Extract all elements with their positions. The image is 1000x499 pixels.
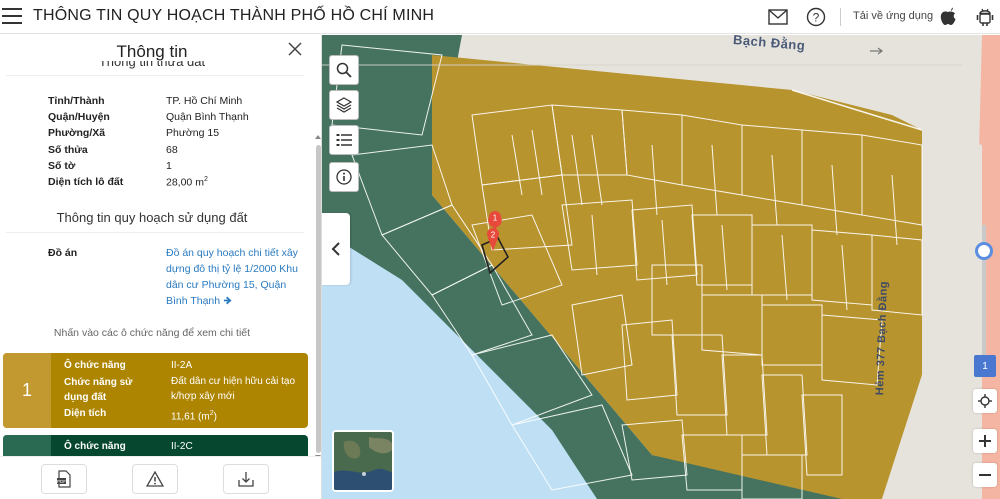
collapse-panel-button[interactable] [322,213,350,285]
zone-func-label: Ô chức năng [64,441,126,452]
zone-func-value: II-2C [171,441,193,452]
scrollbar-thumb[interactable] [316,145,321,453]
svg-text:PDF: PDF [57,479,66,484]
zoom-out-button[interactable] [973,463,997,487]
zone-card-1[interactable]: 1 Ô chức năng II-2A Chức năng sử dụng đấ… [3,353,308,428]
zoom-slider-knob[interactable] [975,242,993,260]
zone-use-label: Chức năng sử dụng đất [64,377,133,403]
android-icon[interactable] [974,6,996,28]
scrollbar-up-arrow[interactable] [315,135,321,139]
parcel-info-heading: Thông tin thửa đất [98,61,206,69]
close-icon[interactable] [288,42,304,58]
zoom-level-badge: 1 [974,355,996,377]
panel-footer: PDF [0,456,321,499]
parcel-row-ward: Phường/Xã Phường 15 [48,127,220,139]
parcel-row-area: Diện tích lô đất 28,00 m2 [48,176,208,189]
parcel-row-district: Quận/Huyện Quận Bình Thạnh [48,111,249,123]
help-icon[interactable]: ? [805,6,827,28]
parcel-row-province: Tỉnh/Thành TP. Hồ Chí Minh [48,95,243,107]
plan-project-label: Đồ án [48,247,78,259]
report-button[interactable] [132,464,178,494]
zone-func-label: Ô chức năng [64,360,126,371]
document-icon: PDF [57,470,71,488]
svg-text:?: ? [813,11,820,25]
legend-button[interactable] [329,125,359,155]
menu-icon[interactable] [2,8,22,26]
minus-icon [979,474,991,476]
app-title: THÔNG TIN QUY HOẠCH THÀNH PHỐ HỒ CHÍ MIN… [33,7,435,24]
mail-icon[interactable] [767,6,789,28]
info-button[interactable] [329,162,359,192]
divider [6,75,304,76]
zone-number: 1 [3,353,51,428]
crosshair-icon [978,394,992,408]
zone-use-value: Đất dân cư hiện hữu cải tạo k/hợp xây mớ… [171,376,296,402]
arrow-right-icon [223,296,232,305]
warning-icon [146,471,164,487]
download-button[interactable] [223,464,269,494]
download-app-label: Tải về ứng dụng [853,10,934,22]
parcel-row-sheet-number: Số tờ 1 [48,160,172,172]
pdf-export-button[interactable]: PDF [41,464,87,494]
parcel-row-parcel-number: Số thửa 68 [48,144,178,156]
basemap-switcher[interactable] [332,430,394,492]
apple-icon[interactable] [937,6,959,28]
list-icon [336,134,352,146]
zone-area-label: Diện tích [64,408,107,419]
satellite-thumbnail [334,432,392,490]
search-icon [336,62,352,78]
planning-map[interactable]: 1 2 Bạch Đằng Hẻm 377 Bạch Đằng 1 [322,35,1000,499]
search-button[interactable] [329,55,359,85]
planning-info-heading: Thông tin quy hoạch sử dụng đất [56,210,248,225]
zoom-in-button[interactable] [973,429,997,453]
plan-project-link[interactable]: Đồ án quy hoạch chi tiết xây dựng đô thị… [166,245,298,309]
map-canvas[interactable]: 1 2 [322,35,1000,499]
panel-title: Thông tin [116,42,188,61]
download-icon [238,472,254,487]
layers-button[interactable] [329,90,359,120]
info-icon [336,169,352,185]
plus-icon [979,435,991,447]
divider [6,232,304,233]
top-header: THÔNG TIN QUY HOẠCH THÀNH PHỐ HỒ CHÍ MIN… [0,0,1000,34]
header-divider [840,8,841,26]
marker-label-1: 1 [493,214,498,223]
hint-text: Nhấn vào các ô chức năng để xem chi tiết [53,327,251,339]
zone-func-value: II-2A [171,360,193,371]
zone-area-value: 11,61 (m2) [171,410,217,423]
chevron-left-icon [331,242,340,256]
layers-icon [336,97,352,113]
locate-button[interactable] [973,389,997,413]
marker-label-2: 2 [491,231,496,240]
info-panel: Thông tin Thông tin thửa đất Tỉnh/Thành T… [0,35,322,499]
